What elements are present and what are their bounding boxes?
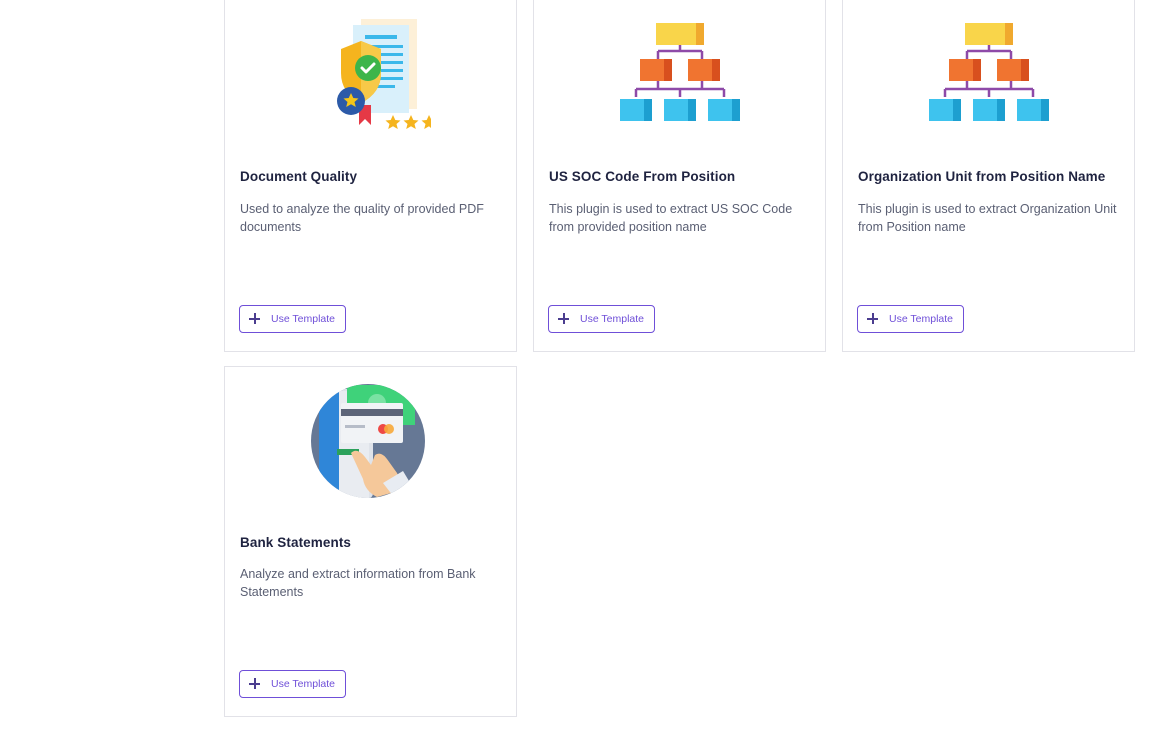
use-template-button[interactable]: Use Template bbox=[857, 305, 965, 333]
template-card-organization-unit: Organization Unit from Position Name Thi… bbox=[842, 0, 1135, 352]
button-label: Use Template bbox=[271, 678, 336, 690]
template-card-document-quality: Document Quality Used to analyze the qua… bbox=[224, 0, 517, 352]
card-description: This plugin is used to extract US SOC Co… bbox=[549, 202, 793, 234]
card-description: This plugin is used to extract Organizat… bbox=[858, 202, 1117, 234]
use-template-button[interactable]: Use Template bbox=[548, 305, 656, 333]
template-card-bank-statements: Bank Statements Analyze and extract info… bbox=[224, 366, 517, 717]
card-title: US SOC Code From Position bbox=[549, 169, 736, 184]
button-label: Use Template bbox=[271, 313, 336, 325]
card-description: Used to analyze the quality of provided … bbox=[240, 202, 484, 234]
certificate-quality-icon bbox=[225, 11, 516, 129]
button-label: Use Template bbox=[580, 313, 645, 325]
button-label: Use Template bbox=[889, 313, 954, 325]
org-chart-icon bbox=[843, 11, 1134, 133]
card-title: Organization Unit from Position Name bbox=[858, 169, 1106, 184]
bank-card-payment-icon bbox=[225, 383, 516, 501]
card-title: Document Quality bbox=[240, 169, 358, 184]
plus-icon bbox=[866, 312, 880, 326]
use-template-button[interactable]: Use Template bbox=[239, 670, 347, 698]
use-template-button[interactable]: Use Template bbox=[239, 305, 347, 333]
plus-icon bbox=[248, 677, 262, 691]
card-title: Bank Statements bbox=[240, 535, 352, 550]
org-chart-icon bbox=[534, 11, 825, 133]
template-card-us-soc-code: US SOC Code From Position This plugin is… bbox=[533, 0, 826, 352]
card-description: Analyze and extract information from Ban… bbox=[240, 567, 476, 599]
plus-icon bbox=[248, 312, 262, 326]
plus-icon bbox=[557, 312, 571, 326]
